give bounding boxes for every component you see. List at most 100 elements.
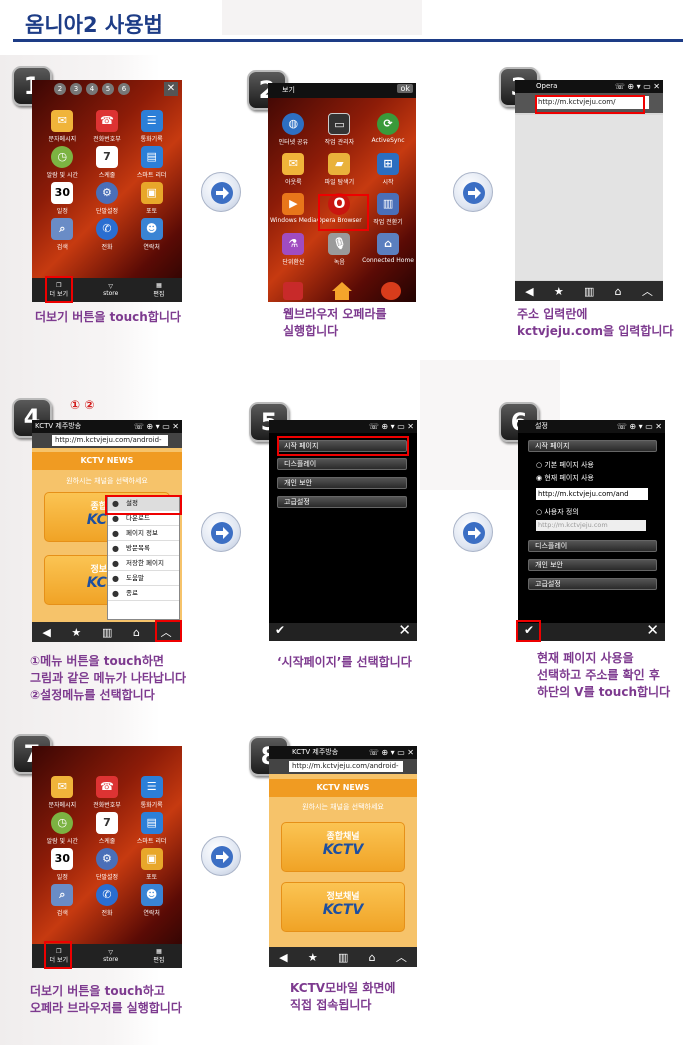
app-phone[interactable]: ✆ 전화 [85, 218, 130, 254]
custom-url-field[interactable]: http://m.kctvjeju.com [536, 520, 646, 531]
channel-prompt: 원하시는 채널을 선택하세요 [302, 803, 384, 811]
app-photo[interactable]: ▣ 포토 [129, 848, 174, 884]
app-settings[interactable]: ⚙ 단말설정 [85, 848, 130, 884]
app-contacts[interactable]: ☻ 연락처 [129, 218, 174, 254]
app-calendar[interactable]: 30 일정 [40, 848, 85, 884]
url-input[interactable]: http://m.kctvjeju.com/android- [289, 761, 403, 772]
radio-current-page[interactable]: ◉ 현재 페이지 사용 [536, 473, 594, 483]
menu-item-page-info[interactable]: 페이지 정보 [108, 526, 179, 541]
settings-item-privacy[interactable]: 개인 보안 [277, 477, 407, 489]
up-icon[interactable]: ︿ [642, 283, 653, 299]
app-alarm[interactable]: ◷ 알람 및 시간 [40, 812, 85, 848]
app-recorder[interactable]: 🎙 녹음 [317, 233, 362, 273]
checkmark-icon[interactable]: ✔ [275, 623, 285, 637]
back-icon[interactable]: ◀ [525, 285, 533, 298]
menu-item-saved-pages[interactable]: 저장한 페이지 [108, 556, 179, 571]
store-button[interactable]: ▽ store [103, 949, 118, 963]
radio-custom[interactable]: ○ 사용자 정의 [536, 507, 579, 517]
close-icon[interactable]: ✕ [646, 621, 659, 639]
t-icon[interactable] [381, 282, 402, 300]
tab-5[interactable]: 5 [102, 83, 114, 95]
caption-line: 현재 페이지 사용을 [537, 651, 634, 665]
app-smart-reader[interactable]: ▤ 스마트 리더 [129, 812, 174, 848]
app-messages[interactable]: ✉ 문자메시지 [40, 110, 85, 146]
settings-item-privacy[interactable]: 개인 보안 [528, 559, 657, 571]
status-icons: ☏ ⊕ ▾ ▭ ✕ [614, 82, 660, 91]
app-grid: ✉ 문자메시지 ☎ 전화번호부 ☰ 통화기록 ◷ 알람 및 시간 7 스케줄 ▤ 스마트 리… [40, 110, 174, 254]
menu-item-history[interactable]: 방문목록 [108, 541, 179, 556]
ok-button[interactable]: ok [397, 84, 413, 93]
app-unit-converter[interactable]: ⚗ 단위환산 [270, 233, 317, 273]
app-outlook[interactable]: ✉ 아웃룩 [270, 153, 317, 193]
app-file-explorer[interactable]: ▰ 파일 탐색기 [317, 153, 362, 193]
radio-default-page[interactable]: ○ 기본 페이지 사용 [536, 460, 594, 470]
settings-item-advanced[interactable]: 고급설정 [528, 578, 657, 590]
close-icon[interactable]: ✕ [164, 82, 178, 96]
settings-item-start-page[interactable]: 시작 페이지 [528, 440, 657, 452]
phonebook-icon: ☎ [95, 110, 118, 132]
up-icon[interactable]: ︿ [396, 949, 407, 965]
edit-button[interactable]: ▦ 편집 [153, 948, 164, 964]
app-schedule[interactable]: 7 스케줄 [85, 812, 130, 848]
status-bar: ☏ ⊕ ▾ ▭ ✕ [269, 420, 417, 433]
home-icon[interactable] [331, 282, 352, 300]
app-call-log[interactable]: ☰ 통화기록 [129, 776, 174, 812]
store-button[interactable]: ▽ store [103, 283, 118, 297]
app-task-manager[interactable]: ▭ 작업 관리자 [317, 113, 362, 153]
app-internet-share[interactable]: ◍ 인터넷 공유 [270, 113, 317, 153]
caption-line: 실행합니다 [283, 324, 339, 338]
tab-2[interactable]: 2 [54, 83, 66, 95]
info-channel-button[interactable]: 정보채널KCTV [281, 882, 405, 932]
settings-item-display[interactable]: 디스플레이 [277, 458, 407, 470]
app-settings[interactable]: ⚙ 단말설정 [85, 182, 130, 218]
star-icon[interactable]: ★ [71, 626, 81, 639]
radio-label: 현재 페이지 사용 [544, 474, 594, 482]
program-grid: ◍ 인터넷 공유 ▭ 작업 관리자 ⟳ ActiveSync ✉ 아웃룩 ▰ 파일 탐색기… [270, 113, 414, 273]
general-channel-button[interactable]: 종합채널KCTV [281, 822, 405, 872]
settings-item-display[interactable]: 디스플레이 [528, 540, 657, 552]
back-icon[interactable]: ◀ [279, 951, 287, 964]
back-icon[interactable]: ◀ [42, 626, 50, 639]
app-photo[interactable]: ▣ 포토 [129, 182, 174, 218]
settings-item-advanced[interactable]: 고급설정 [277, 496, 407, 508]
tabs-icon[interactable]: ▥ [338, 951, 348, 964]
app-task-switcher[interactable]: ▥ 작업 전환기 [362, 193, 414, 233]
edit-button[interactable]: ▦ 편집 [153, 282, 164, 298]
caption-line: 주소 입력란에 [517, 307, 588, 321]
menu-item-help[interactable]: 도움말 [108, 571, 179, 586]
app-activesync[interactable]: ⟳ ActiveSync [362, 113, 414, 153]
app-schedule[interactable]: 7 스케줄 [85, 146, 130, 182]
star-icon[interactable]: ★ [308, 951, 318, 964]
tab-4[interactable]: 4 [86, 83, 98, 95]
home-icon[interactable]: ⌂ [369, 951, 376, 964]
step-markers: ① ② [70, 398, 95, 412]
step-caption: 현재 페이지 사용을 선택하고 주소를 확인 후 하단의 V를 touch합니다 [537, 650, 670, 701]
star-icon[interactable]: ★ [554, 285, 564, 298]
app-search[interactable]: ⌕ 검색 [40, 884, 85, 920]
app-windows-media[interactable]: ▶ Windows Media [270, 193, 317, 233]
close-icon[interactable]: ✕ [398, 621, 411, 639]
app-calendar[interactable]: 30 일정 [40, 182, 85, 218]
tabs-icon[interactable]: ▥ [102, 626, 112, 639]
app-alarm[interactable]: ◷ 알람 및 시간 [40, 146, 85, 182]
menu-item-exit[interactable]: 종료 [108, 586, 179, 601]
tab-6[interactable]: 6 [118, 83, 130, 95]
home-icon[interactable]: ⌂ [133, 626, 140, 639]
app-phonebook[interactable]: ☎ 전화번호부 [85, 110, 130, 146]
app-messages[interactable]: ✉ 문자메시지 [40, 776, 85, 812]
app-smart-reader[interactable]: ▤ 스마트 리더 [129, 146, 174, 182]
app-connected-home[interactable]: ⌂ Connected Home [362, 233, 414, 273]
url-input[interactable]: http://m.kctvjeju.com/android- [52, 435, 168, 446]
start-url-field[interactable]: http://m.kctvjeju.com/and [536, 488, 648, 500]
tab-3[interactable]: 3 [70, 83, 82, 95]
tabs-icon[interactable]: ▥ [584, 285, 594, 298]
app-search[interactable]: ⌕ 검색 [40, 218, 85, 254]
app-phone[interactable]: ✆ 전화 [85, 884, 130, 920]
app-call-log[interactable]: ☰ 통화기록 [129, 110, 174, 146]
app-contacts[interactable]: ☻ 연락처 [129, 884, 174, 920]
home-icon[interactable]: ⌂ [615, 285, 622, 298]
app-phonebook[interactable]: ☎ 전화번호부 [85, 776, 130, 812]
status-title: KCTV 제주방송 [35, 422, 82, 430]
email-icon[interactable] [282, 282, 303, 300]
app-start[interactable]: ⊞ 시작 [362, 153, 414, 193]
